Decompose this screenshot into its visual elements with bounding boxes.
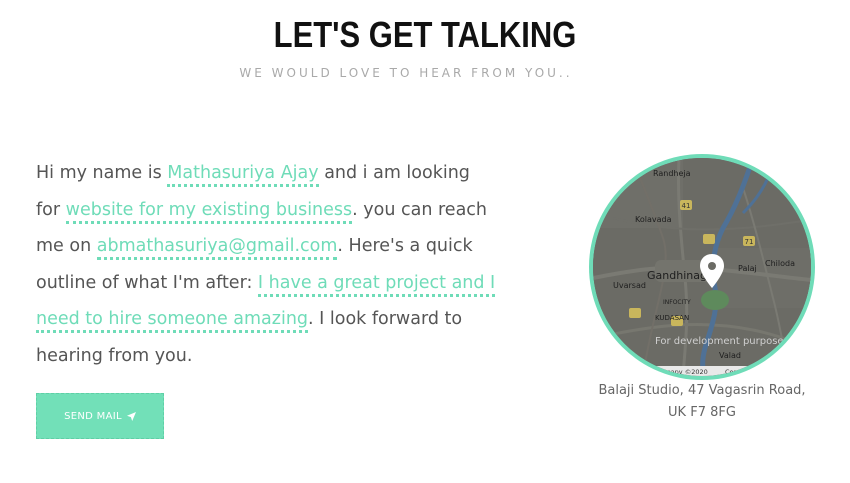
address-line-1: Balaji Studio, 47 Vagasrin Road, <box>598 383 806 398</box>
map-route-label: 71 <box>745 238 754 246</box>
map-graphic: 41 71 Randheja Kolavada Gandhinag Uvarsa… <box>593 158 811 376</box>
studio-address: Balaji Studio, 47 Vagasrin Road, UK F7 8… <box>588 380 816 424</box>
project-field[interactable]: website for my existing business <box>65 199 353 224</box>
map-label-uvarsad: Uvarsad <box>613 281 646 290</box>
location-map[interactable]: 41 71 Randheja Kolavada Gandhinag Uvarsa… <box>593 158 811 376</box>
location-map-ring: 41 71 Randheja Kolavada Gandhinag Uvarsa… <box>589 154 815 380</box>
address-line-2: UK F7 8FG <box>668 405 736 420</box>
map-label-valad: Valad <box>719 351 741 360</box>
map-label-kudasan: KUDASAN <box>655 314 689 322</box>
map-label-palaj: Palaj <box>738 264 757 273</box>
page-title: LET'S GET TALKING <box>273 14 577 55</box>
map-label-gandhinagar: Gandhinag <box>647 269 707 282</box>
map-attribution: Dane do mapy ©2020 <box>635 368 708 376</box>
map-label-chiloda: Chiloda <box>765 259 795 268</box>
paper-plane-icon <box>126 411 136 421</box>
map-route-label: 41 <box>682 202 691 210</box>
send-mail-button[interactable]: SEND MAIL <box>36 393 164 439</box>
contact-form-sentence: Hi my name is Mathasuriya Ajay and i am … <box>36 155 496 374</box>
name-field[interactable]: Mathasuriya Ajay <box>167 163 319 187</box>
send-mail-label: SEND MAIL <box>64 410 122 422</box>
email-field[interactable]: abmathasuriya@gmail.com <box>96 236 338 260</box>
map-label-kolavada: Kolavada <box>635 215 672 224</box>
map-label-randheja: Randheja <box>653 169 691 178</box>
map-attribution-extra: Condi <box>725 368 744 376</box>
form-text: Hi my name is <box>36 163 168 183</box>
map-dev-notice: For development purposes <box>655 336 789 347</box>
page-subtitle: WE WOULD LOVE TO HEAR FROM YOU.. <box>239 66 573 80</box>
map-label-infocity: INFOCITY <box>663 299 691 306</box>
